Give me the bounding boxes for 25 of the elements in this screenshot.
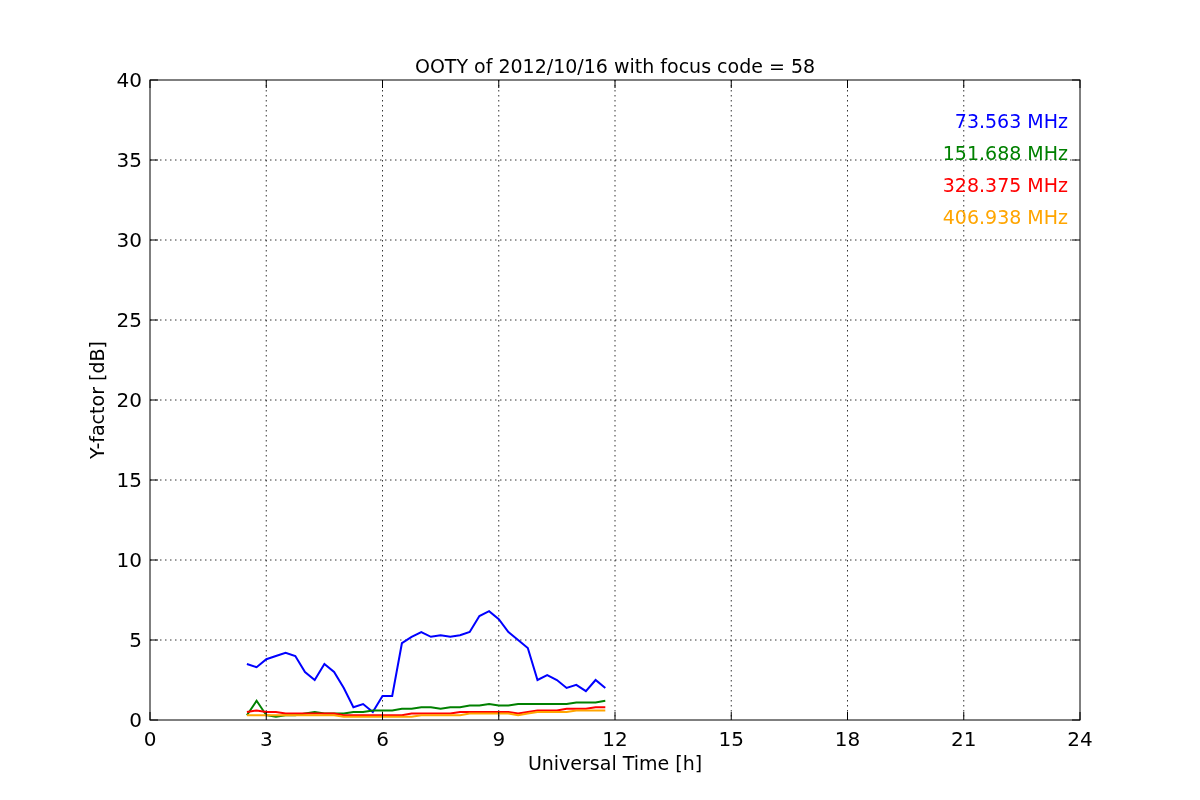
y-tick-label: 40 bbox=[116, 68, 142, 92]
x-tick-label: 0 bbox=[143, 727, 157, 751]
x-tick-label: 18 bbox=[834, 727, 861, 751]
x-tick-label: 9 bbox=[492, 727, 506, 751]
legend-entry: 73.563 MHz bbox=[954, 110, 1068, 132]
x-tick-label: 15 bbox=[718, 727, 744, 751]
chart-title: OOTY of 2012/10/16 with focus code = 58 bbox=[414, 55, 816, 77]
y-tick-label: 15 bbox=[116, 468, 142, 492]
x-tick-label: 21 bbox=[951, 727, 977, 751]
legend-entry: 406.938 MHz bbox=[942, 206, 1068, 228]
x-tick-label: 24 bbox=[1067, 727, 1093, 751]
legend-entry: 151.688 MHz bbox=[942, 142, 1068, 164]
y-tick-label: 30 bbox=[116, 228, 142, 252]
legend-entry: 328.375 MHz bbox=[942, 174, 1068, 196]
x-tick-label: 12 bbox=[602, 727, 628, 751]
y-axis-label: Y-factor [dB] bbox=[86, 341, 108, 459]
x-axis-label: Universal Time [h] bbox=[527, 752, 703, 774]
y-tick-label: 5 bbox=[129, 628, 142, 652]
x-tick-label: 3 bbox=[259, 727, 273, 751]
y-tick-label: 35 bbox=[116, 148, 142, 172]
x-tick-label: 6 bbox=[376, 727, 389, 751]
y-tick-label: 25 bbox=[116, 308, 142, 332]
y-tick-label: 0 bbox=[129, 708, 142, 732]
y-tick-label: 20 bbox=[116, 388, 142, 412]
y-tick-label: 10 bbox=[116, 548, 142, 572]
